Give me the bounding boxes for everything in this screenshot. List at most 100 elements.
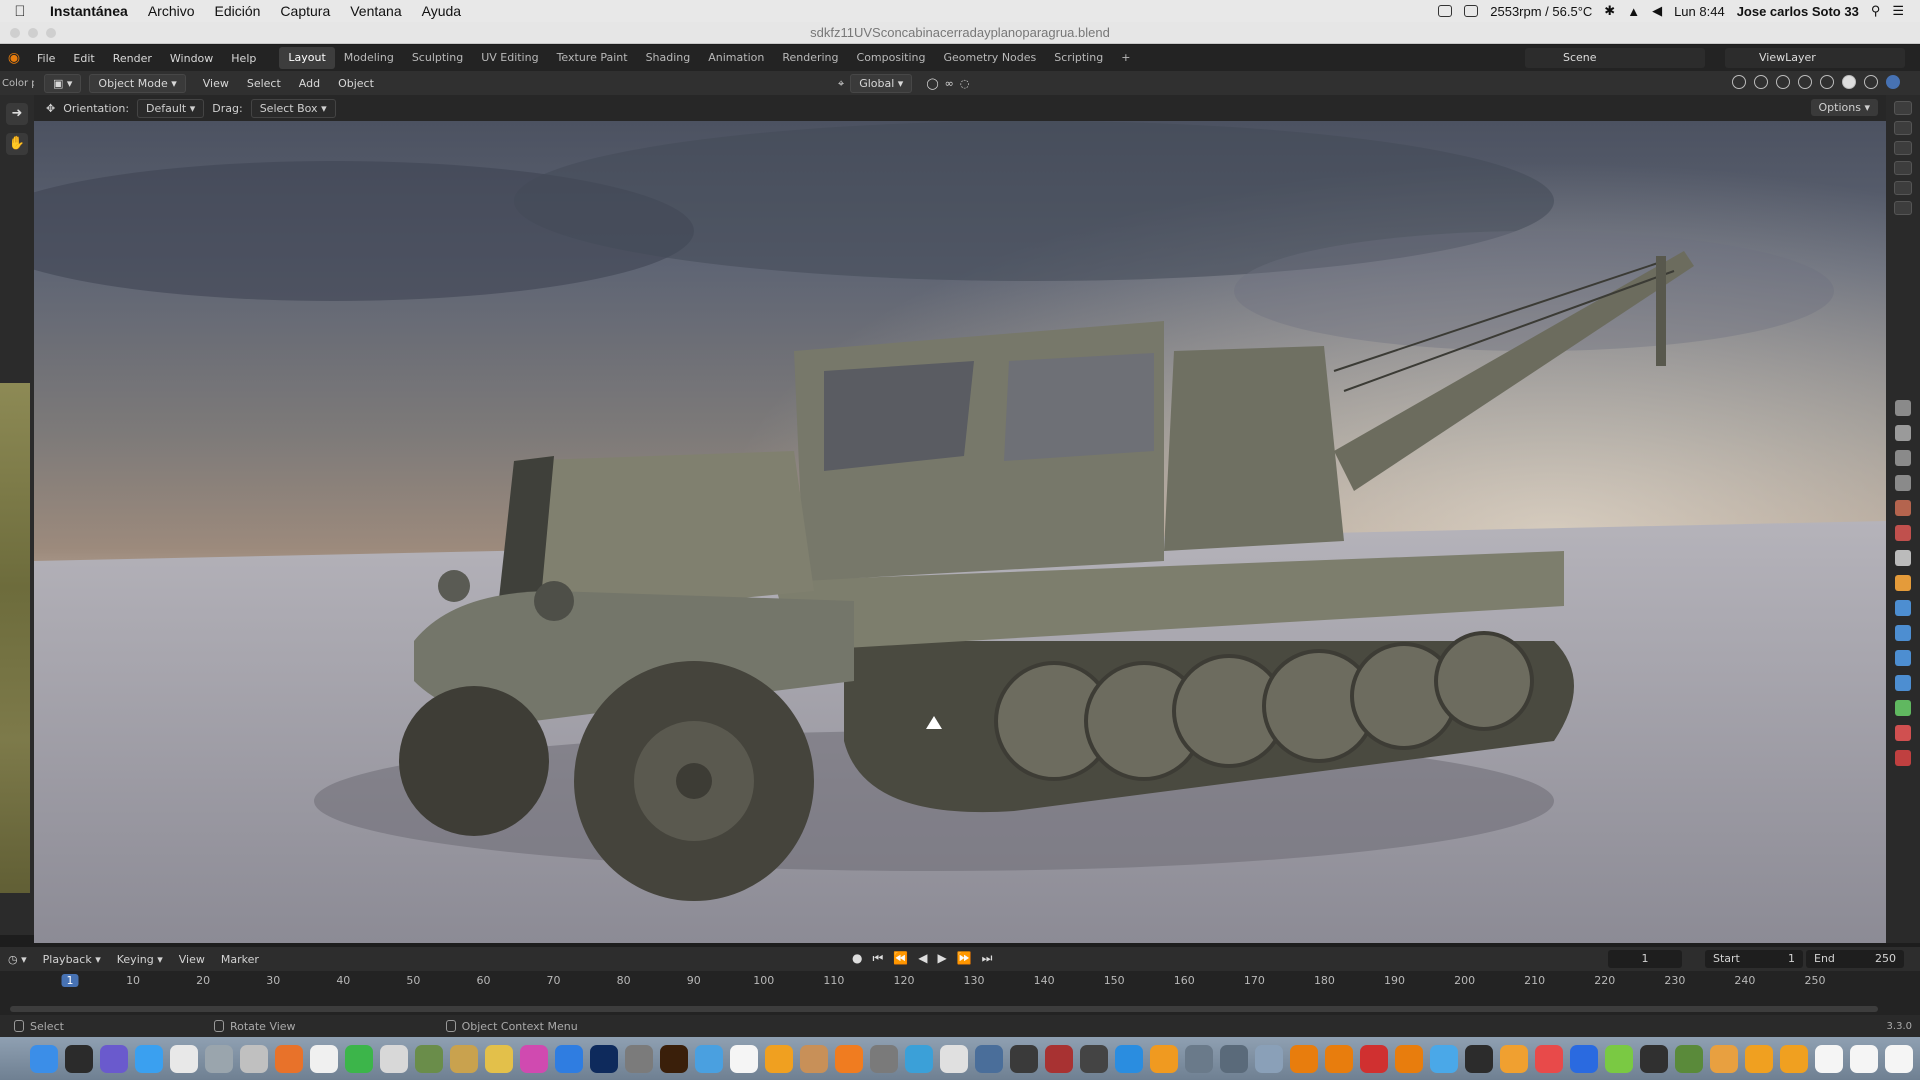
tab-sculpting[interactable]: Sculpting bbox=[403, 47, 472, 69]
camera-icon[interactable] bbox=[1894, 201, 1912, 215]
spotlight-icon[interactable]: ⚲ bbox=[1871, 3, 1881, 19]
app-icon[interactable] bbox=[1780, 1044, 1808, 1073]
firefox-icon[interactable] bbox=[275, 1044, 303, 1073]
timeline-menu-marker[interactable]: Marker bbox=[213, 953, 267, 966]
tab-shading[interactable]: Shading bbox=[637, 47, 700, 69]
app-icon[interactable] bbox=[1360, 1044, 1388, 1073]
world-properties-icon[interactable] bbox=[1895, 525, 1911, 541]
drag-dropdown[interactable]: Select Box ▾ bbox=[250, 98, 336, 118]
app-icon[interactable] bbox=[415, 1044, 443, 1073]
illustrator-icon[interactable] bbox=[660, 1044, 688, 1073]
mode-dropdown[interactable]: Object Mode ▾ bbox=[89, 73, 186, 93]
app-icon[interactable] bbox=[1500, 1044, 1528, 1073]
menu-render[interactable]: Render bbox=[104, 52, 161, 65]
tool-properties-icon[interactable] bbox=[1895, 400, 1911, 416]
app-icon[interactable] bbox=[1710, 1044, 1738, 1073]
jump-start-icon[interactable]: ⏮ bbox=[872, 951, 883, 966]
menubar-clock[interactable]: Lun 8:44 bbox=[1674, 4, 1725, 19]
siri-icon[interactable] bbox=[100, 1044, 128, 1073]
chrome-icon[interactable] bbox=[170, 1044, 198, 1073]
mac-menu-ventana[interactable]: Ventana bbox=[340, 3, 411, 19]
timeline-menu-view[interactable]: View bbox=[171, 953, 213, 966]
app-icon[interactable] bbox=[555, 1044, 583, 1073]
app-icon[interactable] bbox=[1220, 1044, 1248, 1073]
xcode-icon[interactable] bbox=[1115, 1044, 1143, 1073]
vlc-icon[interactable] bbox=[835, 1044, 863, 1073]
document-icon[interactable] bbox=[1885, 1044, 1913, 1073]
modifier-properties-icon[interactable] bbox=[1895, 600, 1911, 616]
tab-rendering[interactable]: Rendering bbox=[773, 47, 847, 69]
tab-texture-paint[interactable]: Texture Paint bbox=[548, 47, 637, 69]
app-icon[interactable] bbox=[1080, 1044, 1108, 1073]
texture-properties-icon[interactable] bbox=[1895, 750, 1911, 766]
render-properties-icon[interactable] bbox=[1895, 425, 1911, 441]
app-icon[interactable] bbox=[485, 1044, 513, 1073]
daz-studio-icon[interactable] bbox=[1465, 1044, 1493, 1073]
document-icon[interactable] bbox=[1850, 1044, 1878, 1073]
jump-end-icon[interactable]: ⏭ bbox=[982, 951, 993, 966]
affinity-icon[interactable] bbox=[520, 1044, 548, 1073]
books-icon[interactable] bbox=[1150, 1044, 1178, 1073]
overlay-icon[interactable] bbox=[1776, 75, 1790, 89]
orientation-dropdown[interactable]: Default ▾ bbox=[137, 98, 205, 118]
menubar-user[interactable]: Jose carlos Soto 33 bbox=[1737, 4, 1859, 19]
app-icon[interactable] bbox=[695, 1044, 723, 1073]
app-icon[interactable] bbox=[1185, 1044, 1213, 1073]
transform-orientation-dropdown[interactable]: Global ▾ bbox=[850, 74, 913, 93]
shading-solid-icon[interactable] bbox=[1842, 75, 1856, 89]
app-icon[interactable] bbox=[1640, 1044, 1668, 1073]
transform-tool-icon[interactable]: ✥ bbox=[46, 102, 55, 115]
3d-viewport[interactable] bbox=[34, 121, 1886, 943]
end-frame-field[interactable]: End 250 bbox=[1806, 950, 1904, 968]
tab-animation[interactable]: Animation bbox=[699, 47, 773, 69]
cloud-icon[interactable] bbox=[1464, 5, 1479, 17]
gizmo-icon[interactable] bbox=[1754, 75, 1768, 89]
bluetooth-app-icon[interactable] bbox=[1570, 1044, 1598, 1073]
tab-scripting[interactable]: Scripting bbox=[1045, 47, 1112, 69]
prev-keyframe-icon[interactable]: ⏪ bbox=[893, 951, 908, 966]
mac-menu-archivo[interactable]: Archivo bbox=[138, 3, 205, 19]
zoom-window-button[interactable] bbox=[46, 28, 56, 38]
tab-compositing[interactable]: Compositing bbox=[848, 47, 935, 69]
itunes-icon[interactable] bbox=[310, 1044, 338, 1073]
finder-icon[interactable] bbox=[30, 1044, 58, 1073]
options-dropdown[interactable]: Options ▾ bbox=[1810, 99, 1878, 116]
minimize-window-button[interactable] bbox=[28, 28, 38, 38]
app-icon[interactable] bbox=[625, 1044, 653, 1073]
app-icon[interactable] bbox=[800, 1044, 828, 1073]
record-icon[interactable]: ● bbox=[852, 951, 862, 966]
view-layer-properties-icon[interactable] bbox=[1895, 475, 1911, 491]
app-icon[interactable] bbox=[765, 1044, 793, 1073]
app-icon[interactable] bbox=[1535, 1044, 1563, 1073]
tab-geometry-nodes[interactable]: Geometry Nodes bbox=[934, 47, 1045, 69]
play-icon[interactable]: ▶ bbox=[937, 951, 946, 966]
visibility-icon[interactable] bbox=[1732, 75, 1746, 89]
view-layer-selector[interactable]: ViewLayer bbox=[1725, 48, 1905, 68]
terminal-icon[interactable] bbox=[65, 1044, 93, 1073]
app-icon[interactable] bbox=[1045, 1044, 1073, 1073]
xray-icon[interactable] bbox=[1798, 75, 1812, 89]
android-icon[interactable] bbox=[1605, 1044, 1633, 1073]
volume-icon[interactable]: ◀ bbox=[1652, 3, 1662, 19]
shading-material-icon[interactable] bbox=[1864, 75, 1878, 89]
pivot-icon[interactable]: ◯ bbox=[926, 77, 938, 90]
material-properties-icon[interactable] bbox=[1895, 725, 1911, 741]
object-properties-icon[interactable] bbox=[1895, 575, 1911, 591]
tool-hand-icon[interactable]: ✋ bbox=[6, 133, 28, 155]
tab-uv-editing[interactable]: UV Editing bbox=[472, 47, 547, 69]
battery-icon[interactable] bbox=[1438, 5, 1453, 17]
blender-icon[interactable] bbox=[1395, 1044, 1423, 1073]
camera-icon[interactable] bbox=[1894, 101, 1912, 115]
collection-properties-icon[interactable] bbox=[1895, 550, 1911, 566]
blender-logo-icon[interactable]: ◉ bbox=[0, 50, 28, 66]
camera-icon[interactable] bbox=[1894, 161, 1912, 175]
timeline-ruler[interactable]: 1 10 20 30 40 50 60 70 80 90 100 110 120 130 140 150 160… bbox=[0, 971, 1920, 989]
bluetooth-icon[interactable]: ✱ bbox=[1604, 3, 1615, 19]
editor-type-dropdown[interactable]: ▣ ▾ bbox=[44, 73, 82, 93]
start-frame-field[interactable]: Start 1 bbox=[1705, 950, 1803, 968]
app-icon[interactable] bbox=[1745, 1044, 1773, 1073]
timeline-scrollbar[interactable] bbox=[10, 1006, 1878, 1012]
app-icon[interactable] bbox=[905, 1044, 933, 1073]
viewport-menu-select[interactable]: Select bbox=[238, 77, 290, 90]
mac-menu-ayuda[interactable]: Ayuda bbox=[412, 3, 471, 19]
